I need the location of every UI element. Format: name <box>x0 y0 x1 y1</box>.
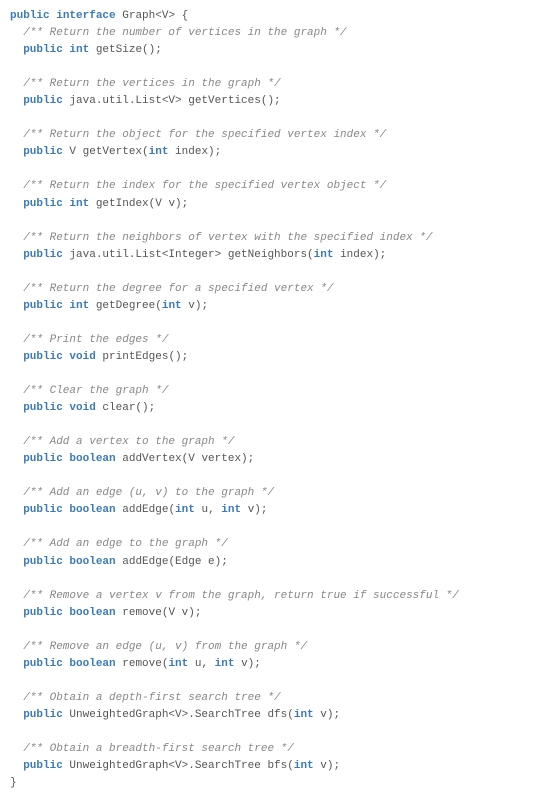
sig: getIndex(V v); <box>89 198 188 210</box>
sig: remove(V v); <box>116 607 202 619</box>
close-brace: } <box>10 777 17 789</box>
comment: /** Return the index for the specified v… <box>23 180 386 192</box>
kw: int <box>314 249 334 261</box>
sig: u, <box>195 504 221 516</box>
comment: /** Remove a vertex v from the graph, re… <box>23 590 459 602</box>
sig: clear(); <box>96 402 155 414</box>
sig: printEdges(); <box>96 351 188 363</box>
kw: int <box>215 658 235 670</box>
comment: /** Return the vertices in the graph */ <box>23 78 280 90</box>
sig: v); <box>314 709 340 721</box>
kw: public <box>23 453 63 465</box>
comment: /** Add a vertex to the graph */ <box>23 436 234 448</box>
comment: /** Obtain a depth-first search tree */ <box>23 692 280 704</box>
kw: int <box>221 504 241 516</box>
comment: /** Return the number of vertices in the… <box>23 27 346 39</box>
kw-public: public <box>10 10 50 22</box>
comment: /** Return the degree for a specified ve… <box>23 283 333 295</box>
sig: v); <box>241 504 267 516</box>
kw: boolean <box>69 453 115 465</box>
header-line: public interface Graph<V> { <box>10 10 188 22</box>
kw: public <box>23 351 63 363</box>
kw: int <box>69 300 89 312</box>
kw: int <box>69 198 89 210</box>
kw: public <box>23 760 63 772</box>
kw: public <box>23 709 63 721</box>
sig: remove( <box>116 658 169 670</box>
kw: void <box>69 351 95 363</box>
code-block: public interface Graph<V> { /** Return t… <box>10 8 542 792</box>
comment: /** Remove an edge (u, v) from the graph… <box>23 641 307 653</box>
sig: u, <box>188 658 214 670</box>
sig: java.util.List<Integer> getNeighbors( <box>63 249 314 261</box>
sig: addVertex(V vertex); <box>116 453 255 465</box>
kw: int <box>294 709 314 721</box>
kw: int <box>168 658 188 670</box>
kw: boolean <box>69 556 115 568</box>
kw: boolean <box>69 504 115 516</box>
kw: int <box>175 504 195 516</box>
comment: /** Add an edge (u, v) to the graph */ <box>23 487 274 499</box>
kw: public <box>23 146 63 158</box>
sig: V getVertex( <box>63 146 149 158</box>
comment: /** Return the neighbors of vertex with … <box>23 232 432 244</box>
comment: /** Return the object for the specified … <box>23 129 386 141</box>
kw: public <box>23 658 63 670</box>
sig: index); <box>168 146 221 158</box>
kw: public <box>23 198 63 210</box>
kw: int <box>162 300 182 312</box>
kw-interface: interface <box>56 10 115 22</box>
kw: int <box>69 44 89 56</box>
kw: public <box>23 249 63 261</box>
kw: public <box>23 556 63 568</box>
kw: public <box>23 504 63 516</box>
kw: boolean <box>69 607 115 619</box>
sig: getDegree( <box>89 300 162 312</box>
sig: v); <box>182 300 208 312</box>
sig: UnweightedGraph<V>.SearchTree dfs( <box>63 709 294 721</box>
sig: java.util.List<V> getVertices(); <box>63 95 281 107</box>
kw: int <box>294 760 314 772</box>
kw: int <box>149 146 169 158</box>
class-name: Graph<V> { <box>122 10 188 22</box>
kw: public <box>23 402 63 414</box>
sig: UnweightedGraph<V>.SearchTree bfs( <box>63 760 294 772</box>
sig: addEdge( <box>116 504 175 516</box>
kw: boolean <box>69 658 115 670</box>
kw: public <box>23 44 63 56</box>
sig: getSize(); <box>89 44 162 56</box>
comment: /** Add an edge to the graph */ <box>23 538 228 550</box>
comment: /** Clear the graph */ <box>23 385 168 397</box>
kw: void <box>69 402 95 414</box>
comment: /** Obtain a breadth-first search tree *… <box>23 743 294 755</box>
sig: v); <box>314 760 340 772</box>
kw: public <box>23 95 63 107</box>
comment: /** Print the edges */ <box>23 334 168 346</box>
kw: public <box>23 607 63 619</box>
sig: v); <box>234 658 260 670</box>
sig: index); <box>333 249 386 261</box>
sig: addEdge(Edge e); <box>116 556 228 568</box>
kw: public <box>23 300 63 312</box>
